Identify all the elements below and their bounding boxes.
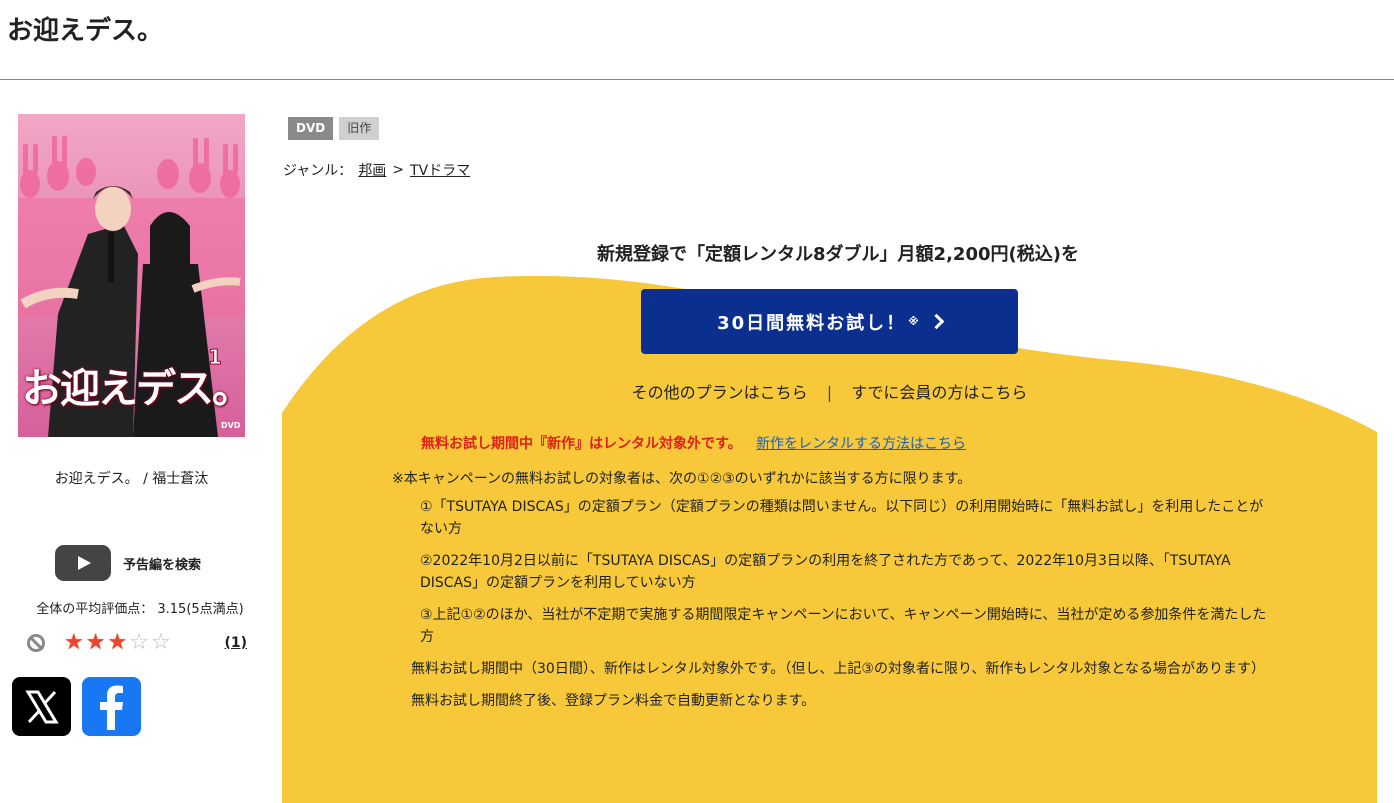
rating-row: ★ ★ ★ ☆ ☆ (1): [27, 628, 247, 658]
share-x-button[interactable]: [12, 677, 71, 736]
poster-dvd-mark: DVD: [221, 421, 241, 430]
media-badges: DVD 旧作: [288, 117, 380, 140]
dvd-poster-image[interactable]: 1 DVD お迎えデス。: [18, 114, 245, 437]
free-trial-note-mark: ※: [908, 315, 919, 328]
plan-links-separator: |: [826, 383, 833, 402]
title-divider: [0, 79, 1394, 80]
star-empty-icon[interactable]: ☆: [151, 632, 171, 654]
rating-stars[interactable]: ★ ★ ★ ☆ ☆: [64, 632, 171, 654]
new-release-warning: 無料お試し期間中『新作』はレンタル対象外です。: [421, 436, 742, 452]
no-entry-icon[interactable]: [27, 634, 45, 652]
poster-title-text: お迎えデス。: [22, 366, 245, 412]
plan-links: その他のプランはこちら | すでに会員の方はこちら: [282, 379, 1377, 403]
campaign-headline: 新規登録で「定額レンタル8ダブル」月額2,200円(税込)を: [597, 244, 1079, 265]
star-filled-icon[interactable]: ★: [107, 632, 127, 654]
genre-label: ジャンル：: [283, 163, 353, 179]
terms-note-2: 無料お試し期間終了後、登録プラン料金で自動更新となります。: [411, 693, 816, 709]
new-release-howto-link[interactable]: 新作をレンタルする方法はこちら: [756, 436, 966, 452]
terms-item-2: ②2022年10月2日以前に「TSUTAYA DISCAS」の定額プランの利用を…: [420, 553, 1231, 591]
genre-breadcrumb: ジャンル： 邦画 > TVドラマ: [283, 160, 470, 180]
campaign-terms: ※本キャンペーンの無料お試しの対象者は、次の①②③のいずれかに該当する方に限りま…: [392, 468, 1292, 722]
star-filled-icon[interactable]: ★: [86, 632, 106, 654]
star-empty-icon[interactable]: ☆: [129, 632, 149, 654]
trailer-search-button[interactable]: 予告編を検索: [55, 545, 201, 581]
page-title: お迎えデス。: [7, 16, 164, 46]
average-rating: 全体の平均評価点： 3.15(5点満点): [36, 602, 244, 617]
review-count-link[interactable]: (1): [224, 635, 247, 651]
genre-separator: >: [392, 162, 405, 178]
work-caption: お迎えデス。 / 福士蒼汰: [54, 471, 209, 487]
other-plans-link[interactable]: その他のプランはこちら: [632, 383, 808, 402]
facebook-logo-icon: [99, 685, 123, 730]
new-release-notice: 無料お試し期間中『新作』はレンタル対象外です。 新作をレンタルする方法はこちら: [421, 433, 966, 453]
youtube-play-icon: [55, 545, 111, 581]
star-filled-icon[interactable]: ★: [64, 632, 84, 654]
terms-lead: ※本キャンペーンの無料お試しの対象者は、次の①②③のいずれかに該当する方に限りま…: [392, 471, 972, 487]
terms-item-1: ①「TSUTAYA DISCAS」の定額プラン（定額プランの種類は問いません。以…: [420, 499, 1264, 537]
terms-note-1: 無料お試し期間中（30日間）、新作はレンタル対象外です。（但し、上記③の対象者に…: [411, 661, 1265, 677]
terms-item-3: ③上記①②のほか、当社が不定期で実施する期間限定キャンペーンにおいて、キャンペー…: [420, 607, 1267, 645]
badge-old-release: 旧作: [339, 117, 380, 140]
share-facebook-button[interactable]: [82, 677, 141, 736]
trailer-search-label: 予告編を検索: [123, 557, 202, 573]
member-login-link[interactable]: すでに会員の方はこちら: [851, 383, 1027, 402]
free-trial-label: 30日間無料お試し！: [717, 312, 907, 334]
x-logo-icon: [24, 690, 59, 723]
chevron-right-icon: [928, 313, 945, 330]
free-trial-button[interactable]: 30日間無料お試し！ ※: [641, 289, 1018, 354]
genre-link-hougа[interactable]: 邦画: [358, 160, 386, 180]
genre-link-tv-drama[interactable]: TVドラマ: [410, 160, 470, 180]
badge-dvd: DVD: [288, 117, 334, 140]
